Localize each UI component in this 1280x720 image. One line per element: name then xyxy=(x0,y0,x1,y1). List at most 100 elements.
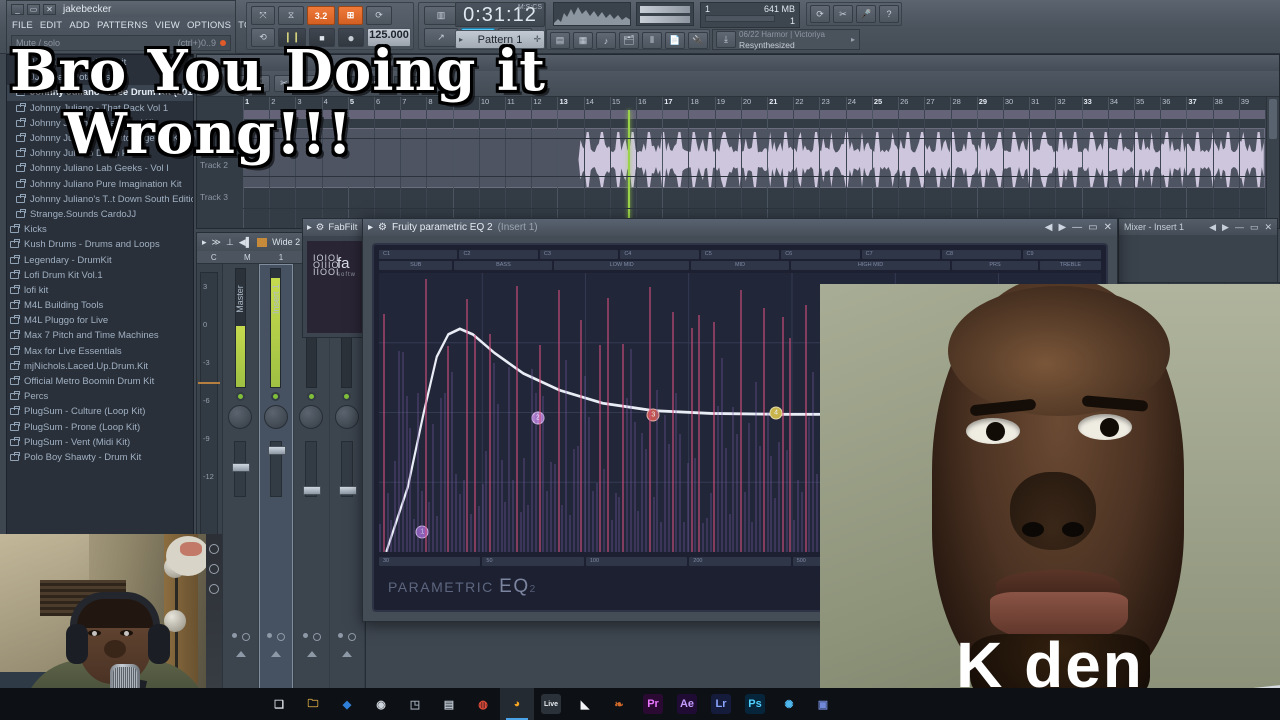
routing-dot[interactable] xyxy=(231,633,237,638)
typing-keyboard-icon[interactable]: ▥ xyxy=(424,6,458,25)
piano-roll-icon[interactable]: ♪ xyxy=(596,32,616,49)
menu-item-options[interactable]: OPTIONS xyxy=(187,20,231,31)
browser-item[interactable]: Johnny Juliano's T..t Down South Edition xyxy=(7,192,193,207)
browser-item[interactable]: mjNichols.Laced.Up.Drum.Kit xyxy=(7,359,193,374)
scrollbar-thumb[interactable] xyxy=(1269,99,1277,139)
step-sequencer-icon[interactable]: ▦ xyxy=(573,32,593,49)
webcam-control-icon-1[interactable] xyxy=(209,544,219,554)
routing-ring[interactable] xyxy=(312,633,321,641)
loop-toggle-button[interactable]: ⟲ xyxy=(251,28,275,47)
fab-expand-icon[interactable]: ▸ xyxy=(307,222,312,233)
browser-window-icon[interactable]: 🗂 xyxy=(619,32,639,49)
eq-band-top-row[interactable]: C1 C2 C3 C4 C5 C6 C7 C8 C9 xyxy=(379,250,1101,259)
pattern-mode-icon[interactable]: ⧖ xyxy=(278,6,304,25)
select-tool-icon[interactable]: ⬚ xyxy=(298,75,318,92)
tempo-field[interactable]: 125.000 xyxy=(367,28,411,47)
browser-item[interactable]: Kush Drums - Drums and Loops xyxy=(7,237,193,252)
playlist-expand-icon[interactable]: ▸ xyxy=(201,58,206,69)
eq-band-top-label[interactable]: C6 xyxy=(781,250,860,259)
playlist-vertical-scrollbar[interactable] xyxy=(1266,97,1279,228)
draw-tool-icon[interactable]: ✎ xyxy=(226,75,246,92)
scale-handle[interactable] xyxy=(198,382,220,384)
eq-minimize-icon[interactable]: — xyxy=(1072,222,1082,233)
mixer-track-number[interactable]: 1 xyxy=(264,251,298,263)
browser-item[interactable]: Johnny Juliano - Trap Lord Kit xyxy=(7,116,193,131)
menu-item-add[interactable]: ADD xyxy=(69,20,90,31)
mixer-routing-cell[interactable] xyxy=(294,631,330,685)
scissors-icon[interactable]: ✂ xyxy=(833,5,853,23)
status-next-icon[interactable]: ▸ xyxy=(851,35,855,44)
close-button[interactable]: ✕ xyxy=(43,3,56,15)
browser-item[interactable]: Polo Boy Shawty - Drum Kit xyxy=(7,450,193,465)
routing-dot[interactable] xyxy=(302,633,308,638)
browser-item[interactable]: Johnny Juliano - That Pack Vol 1 xyxy=(7,101,193,116)
loop-mode-icon[interactable]: ⟳ xyxy=(366,6,392,25)
routing-ring[interactable] xyxy=(348,633,357,641)
routing-ring[interactable] xyxy=(277,633,286,641)
browser-item[interactable]: Kicks xyxy=(7,222,193,237)
microphone-icon[interactable]: 🎤 xyxy=(856,5,876,23)
eq-band-range-label[interactable]: SUB xyxy=(379,261,453,270)
browser-item[interactable]: Official Metro Boomin Drum Kit xyxy=(7,374,193,389)
routing-arrow-icon[interactable] xyxy=(271,651,282,657)
browser-item[interactable]: M4L Building Tools xyxy=(7,298,193,313)
browser-item[interactable]: Legendary - DrumKit xyxy=(7,252,193,267)
playlist-track-label-1[interactable]: Track 1 xyxy=(197,113,243,141)
eq-band-bottom-row[interactable]: SUB BASS LOW MID MID HIGH MID PRS TREBLE xyxy=(379,261,1102,270)
audio-clip[interactable] xyxy=(243,128,1265,188)
routing-arrow-icon[interactable] xyxy=(235,651,246,657)
browser-item[interactable]: M4L Pluggo for Live xyxy=(7,313,193,328)
pattern-prev-icon[interactable]: ▸ xyxy=(459,35,463,44)
browser-item[interactable]: Johnny Juliano -Toronto Legends Kit xyxy=(7,131,193,146)
refresh-icon[interactable]: ⟳ xyxy=(810,5,830,23)
fl-studio-icon[interactable]: ◕ xyxy=(500,688,534,720)
eq-band-top-label[interactable]: C7 xyxy=(861,250,941,259)
routing-arrow-icon[interactable] xyxy=(342,651,353,657)
insert-close-icon[interactable]: ✕ xyxy=(1264,222,1272,233)
menu-item-patterns[interactable]: PATTERNS xyxy=(97,20,148,31)
browser-item[interactable]: Max 7 Pitch and Time Machines xyxy=(7,328,193,343)
pattern-song-toggle-icon[interactable]: ⤧ xyxy=(251,6,275,25)
snap-magnet-icon[interactable]: ↗ xyxy=(424,28,458,47)
record-button[interactable]: ● xyxy=(338,28,364,47)
help-icon[interactable]: ? xyxy=(879,5,899,23)
delete-tool-icon[interactable]: ✂ xyxy=(274,75,294,92)
dropbox-icon[interactable]: ◆ xyxy=(330,688,364,720)
eq-maximize-icon[interactable]: ▭ xyxy=(1088,222,1097,233)
mixer-pan-knob[interactable] xyxy=(228,405,253,429)
eq-band-top-label[interactable]: C9 xyxy=(1022,250,1101,259)
eq-gear-icon[interactable]: ⚙ xyxy=(378,222,387,233)
mixer-window-icon[interactable]: ⫴ xyxy=(642,32,662,49)
eq-band-top-label[interactable]: C3 xyxy=(539,250,619,259)
webcam-control-icon-3[interactable] xyxy=(209,584,219,594)
eq-band-top-label[interactable]: C8 xyxy=(942,250,1021,259)
browser-item[interactable]: Johnny Juliano - Free Drum Kit (2017) xyxy=(7,85,193,101)
lightroom-icon[interactable]: Lr xyxy=(704,688,738,720)
timecode-display[interactable]: 0:31:12 M:S:CS xyxy=(455,2,545,27)
browser-globe-icon[interactable]: ✺ xyxy=(772,688,806,720)
serum-icon[interactable]: ◣ xyxy=(568,688,602,720)
browser-item[interactable]: PlugSum - Prone (Loop Kit) xyxy=(7,420,193,435)
chrome-icon[interactable]: ◍ xyxy=(466,688,500,720)
mixer-volume-fader[interactable] xyxy=(267,441,286,497)
mixer-enable-led[interactable] xyxy=(306,392,316,401)
eq-band-range-label[interactable]: PRS xyxy=(952,261,1038,270)
minimize-button[interactable]: _ xyxy=(11,3,24,15)
eq-prev-preset-icon[interactable]: ◀ xyxy=(1045,222,1053,233)
menu-item-file[interactable]: FILE xyxy=(12,20,33,31)
mixer-volume-fader[interactable] xyxy=(232,441,251,497)
mixer-link-icon[interactable]: ⊥ xyxy=(226,237,234,248)
eq-close-icon[interactable]: ✕ xyxy=(1104,222,1112,233)
browser-item[interactable]: Strange.Sounds CardoJJ xyxy=(7,207,193,222)
routing-arrow-icon[interactable] xyxy=(306,651,317,657)
webcam-control-icon-2[interactable] xyxy=(209,564,219,574)
playlist-window-icon[interactable]: ▤ xyxy=(550,32,570,49)
pattern-mode-value[interactable]: 3.2 xyxy=(307,6,335,25)
mixer-volume-fader[interactable] xyxy=(303,441,322,497)
mixer-routing-cell[interactable] xyxy=(259,631,295,685)
eq-band-top-label[interactable]: C5 xyxy=(700,250,780,259)
snap-to-grid-icon[interactable]: ⊞ xyxy=(338,6,363,25)
new-file-icon[interactable]: 📄 xyxy=(665,32,685,49)
playlist-grid[interactable] xyxy=(243,110,1266,241)
browser-item[interactable]: lofi kit xyxy=(7,283,193,298)
